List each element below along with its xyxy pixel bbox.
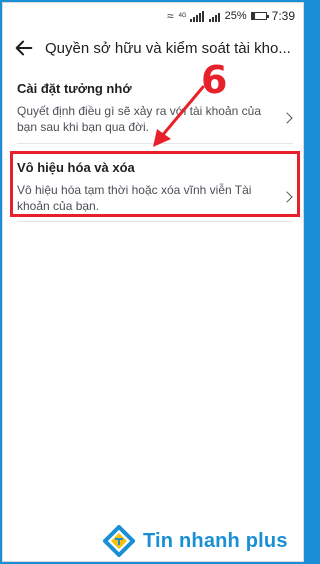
page-title: Quyền sở hữu và kiểm soát tài kho... xyxy=(45,39,291,57)
battery-icon xyxy=(250,12,269,20)
annotation-arrow-icon xyxy=(153,85,205,147)
status-time: 7:39 xyxy=(271,9,295,23)
signal-icon xyxy=(189,10,204,22)
app-header: Quyền sở hữu và kiểm soát tài kho... xyxy=(3,31,303,65)
brand-logo-icon xyxy=(103,525,135,557)
phone-screen: ≈ 4G 25% 7:39 Quyền sở hữu và kiểm soát … xyxy=(2,2,304,562)
status-bar: ≈ 4G 25% 7:39 xyxy=(3,3,303,29)
signal-icon-secondary xyxy=(208,11,220,22)
wifi-icon: ≈ xyxy=(167,9,174,23)
network-type-label: 4G xyxy=(178,13,187,19)
back-arrow-icon[interactable] xyxy=(13,37,35,59)
battery-percent: 25% xyxy=(224,10,247,22)
item-description: Quyết định điều gì sẽ xảy ra với tài kho… xyxy=(17,104,262,134)
chevron-right-icon xyxy=(281,112,293,124)
watermark-text: Tin nhanh plus xyxy=(143,529,288,552)
watermark: Tin nhanh plus xyxy=(103,525,288,557)
divider xyxy=(17,221,293,222)
highlight-box xyxy=(10,151,300,217)
